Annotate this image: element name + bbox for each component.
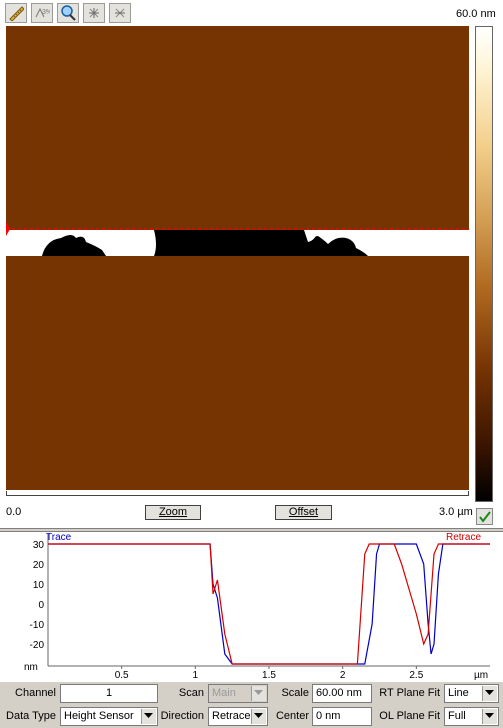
marker-tool-button[interactable]: 3% [31,3,53,23]
color-scale-max: 60.0 nm [456,8,496,20]
rt-plane-fit-value: Line [448,687,469,699]
zoom-in-icon [89,8,99,18]
y-tick-label: -20 [30,640,45,651]
magnifier-tool-button[interactable] [57,3,79,23]
ol-plane-fit-select[interactable]: Full [444,707,499,726]
x-tick-label: 0.5 [115,670,129,681]
palette-check-icon [479,511,491,523]
ol-plane-fit-dropdown-arrow[interactable] [482,709,497,724]
direction-dropdown-arrow[interactable] [251,709,266,724]
center-field[interactable]: 0 nm [312,707,372,726]
direction-label: Direction [160,710,204,722]
chevron-down-icon [254,713,263,718]
x-axis-max-label: 3.0 µm [439,506,473,518]
x-unit-label: µm [474,670,488,681]
color-scale-button[interactable] [476,508,493,525]
scan-label: Scan [178,687,204,699]
zoom-button[interactable]: Zoom [145,505,201,520]
height-image[interactable] [6,26,469,490]
direction-select[interactable]: Retrace [208,707,268,726]
zoom-out-icon [115,8,125,18]
x-tick-label: 1 [193,670,199,681]
x-tick-label: 1.5 [262,670,276,681]
center-feature-blob [154,230,368,256]
scale-field[interactable]: 60.00 nm [312,684,372,703]
y-tick-label: 0 [38,600,44,611]
data-type-select[interactable]: Height Sensor [60,707,158,726]
x-tick-label: 2 [340,670,346,681]
color-scale-bar [475,26,493,502]
data-type-label: Data Type [6,710,56,722]
x-axis-min-label: 0.0 [6,506,22,518]
y-tick-label: 10 [33,580,45,591]
chevron-down-icon [144,713,153,718]
chevron-down-icon [485,690,494,695]
scan-select: Main [208,684,268,703]
center-label: Center [275,710,309,722]
y-tick-label: 30 [33,540,45,551]
channel-label: Channel [15,687,56,699]
trace-legend: Trace [46,532,72,543]
scan-line-marker-icon[interactable] [6,222,10,236]
trace-series-line [48,543,490,665]
afm-image-panel: 3% 60.0 nm 0.0 3.0 µm Zoom Offset [0,0,503,529]
rt-plane-fit-label: RT Plane Fit [379,687,440,699]
scale-label: Scale [281,687,309,699]
ol-plane-fit-label: OL Plane Fit [379,710,440,722]
x-axis-right-tick [468,491,469,496]
rt-plane-fit-dropdown-arrow[interactable] [482,686,497,701]
scan-features [6,222,469,256]
svg-text:3%: 3% [42,9,50,16]
x-axis-left-tick [6,491,7,496]
marker-icon: 3% [35,7,50,18]
scan-dropdown-arrow [251,686,266,701]
magnifier-icon [61,5,76,21]
section-profile-panel: 30 20 10 0 -10 -20 0.5 1 1.5 2 2.5 Trace Retrace … [0,531,503,683]
profile-chart: 3020100-10-20 0.5 1 1.5 2 2.5 Trace Retrace … [24,532,490,681]
x-axis-line [6,495,469,496]
rt-plane-fit-select[interactable]: Line [444,684,499,703]
y-tick-label: -10 [30,620,45,631]
chevron-down-icon [254,690,263,695]
channel-field[interactable]: 1 [60,684,158,703]
ol-plane-fit-value: Full [448,710,466,722]
offset-button[interactable]: Offset [275,505,332,520]
zoom-in-tool-button[interactable] [83,3,105,23]
scan-value: Main [212,687,236,699]
y-unit-label: nm [24,662,38,673]
ruler-tool-button[interactable] [5,3,27,23]
data-type-dropdown-arrow[interactable] [141,709,156,724]
controls-panel: Channel 1 Data Type Height Sensor Scan M… [0,682,503,728]
x-tick-label: 2.5 [409,670,423,681]
zoom-out-tool-button[interactable] [109,3,131,23]
direction-value: Retrace [212,710,251,722]
left-feature-blob [42,235,106,256]
retrace-series-line [48,543,490,665]
ruler-icon [9,6,24,21]
y-tick-label: 20 [33,560,45,571]
retrace-legend: Retrace [446,532,481,543]
chevron-down-icon [485,713,494,718]
data-type-value: Height Sensor [64,710,134,722]
